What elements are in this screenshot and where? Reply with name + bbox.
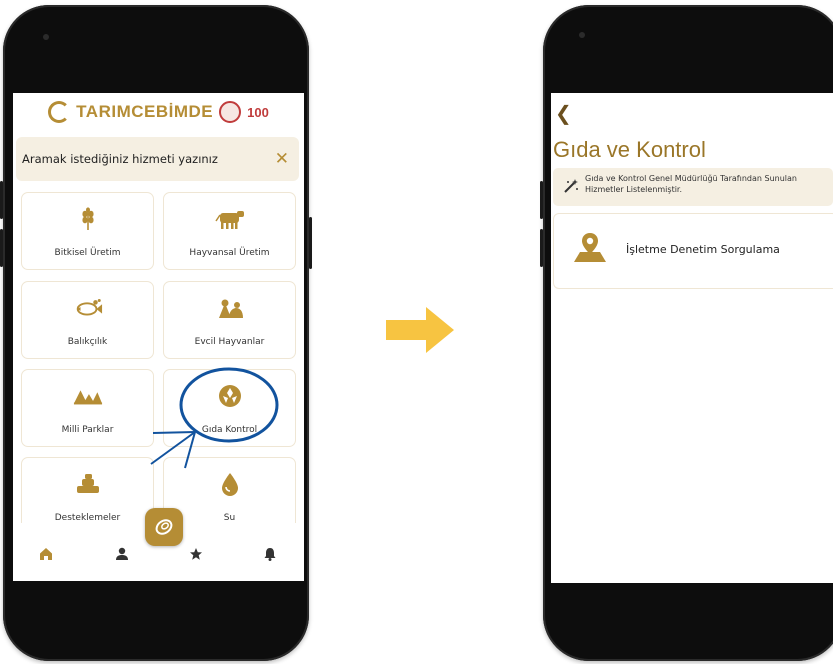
service-label: İşletme Denetim Sorgulama [626,243,780,256]
camera-hole [43,34,49,40]
magic-wand-icon [563,178,579,197]
info-text: Gıda ve Kontrol Genel Müdürlüğü Tarafınd… [585,174,797,194]
app-screen-home: TARIMCEBİMDE 100 Aramak istediğiniz hizm… [13,93,304,581]
annotation-circle-arrow [150,367,279,469]
camera-hole [579,32,585,38]
volume-button [0,181,3,219]
volume-button [0,229,3,267]
chevron-left-icon[interactable]: ❮ [555,103,572,123]
transition-arrow-icon [386,307,454,353]
power-button [309,217,312,269]
phone-frame-left: TARIMCEBİMDE 100 Aramak istediğiniz hizm… [0,5,312,661]
map-pin-icon [572,232,608,268]
volume-button [540,229,543,267]
phone-frame-right: ❮ Gıda ve Kontrol Gıda ve Kontrol Genel … [540,5,833,661]
page-title: Gıda ve Kontrol [553,137,706,162]
volume-button [540,181,543,219]
app-screen-gida-kontrol: ❮ Gıda ve Kontrol Gıda ve Kontrol Genel … [551,93,833,583]
service-isletme-denetim-sorgulama[interactable]: İşletme Denetim Sorgulama [553,213,833,289]
info-banner: Gıda ve Kontrol Genel Müdürlüğü Tarafınd… [553,168,833,206]
